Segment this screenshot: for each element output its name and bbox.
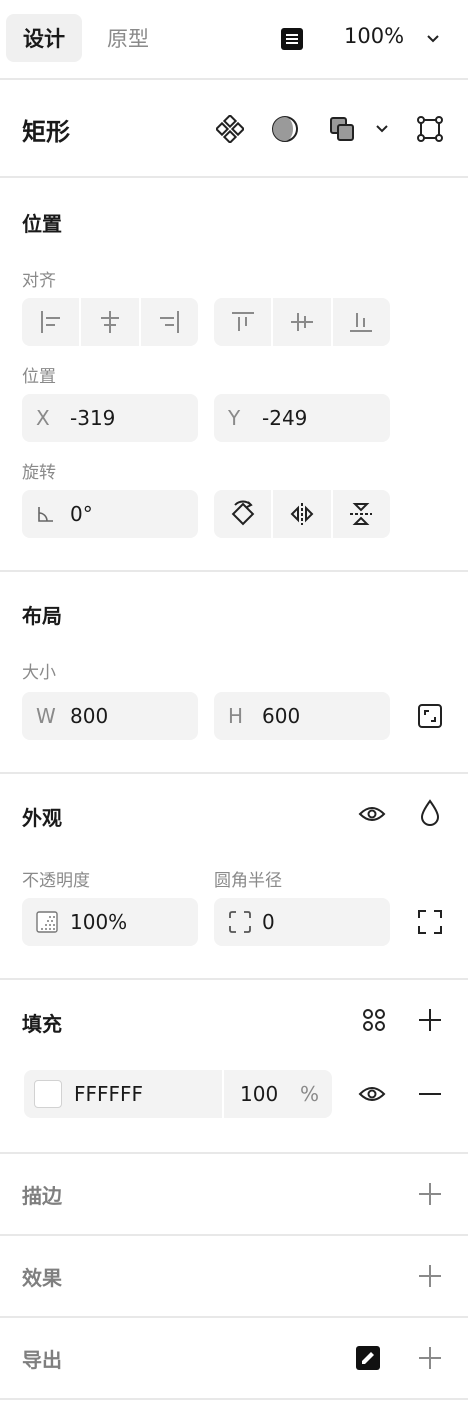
rotation-value[interactable]: 0° (70, 502, 93, 526)
align-bottom-icon[interactable] (330, 298, 390, 346)
opacity-label: 不透明度 (22, 871, 90, 891)
corner-radius-label: 圆角半径 (214, 871, 282, 891)
position-section: 位置 对齐 位置 X -319 Y -249 旋转 0° (0, 178, 468, 570)
tab-prototype[interactable]: 原型 (90, 14, 166, 62)
layers-menu-icon[interactable] (280, 27, 304, 51)
fill-row-separator (222, 1070, 224, 1118)
boolean-union-icon[interactable] (327, 114, 357, 144)
flip-vertical-icon[interactable] (330, 490, 390, 538)
boolean-dropdown-chevron-icon[interactable] (374, 122, 390, 136)
element-title: 矩形 (22, 118, 70, 146)
appearance-section: 外观 不透明度 圆角半径 100% 0 (0, 774, 468, 978)
align-center-horizontal-icon[interactable] (79, 298, 138, 346)
y-value[interactable]: -249 (262, 406, 307, 430)
styles-grid-icon[interactable] (360, 1006, 388, 1034)
fill-percent-sign: % (300, 1082, 320, 1106)
opacity-field[interactable]: 100% (22, 898, 198, 946)
section-title-appearance: 外观 (22, 806, 62, 830)
add-fill-plus-icon[interactable] (416, 1006, 444, 1034)
element-header: 矩形 (0, 80, 468, 176)
align-label: 对齐 (22, 271, 56, 291)
tab-design[interactable]: 设计 (6, 14, 82, 62)
align-top-icon[interactable] (214, 298, 271, 346)
layout-section: 布局 大小 W 800 H 600 (0, 572, 468, 772)
fill-opacity-value[interactable]: 100 (240, 1082, 278, 1106)
export-section: 导出 (0, 1318, 468, 1398)
opacity-value[interactable]: 100% (70, 910, 127, 934)
top-bar: 设计 原型 100% (0, 0, 468, 78)
remove-fill-minus-icon[interactable] (416, 1080, 444, 1108)
fill-section: 填充 FFFFFF 100 % (0, 980, 468, 1152)
align-right-icon[interactable] (138, 298, 198, 346)
y-position-field[interactable]: Y -249 (214, 394, 390, 442)
fill-row: FFFFFF 100 % (24, 1070, 332, 1118)
section-title-fill: 填充 (22, 1012, 62, 1036)
component-icon[interactable] (215, 114, 245, 144)
height-field[interactable]: H 600 (214, 692, 390, 740)
x-position-field[interactable]: X -319 (22, 394, 198, 442)
corner-radius-field[interactable]: 0 (214, 898, 390, 946)
fill-color-swatch[interactable] (34, 1080, 62, 1108)
size-label: 大小 (22, 663, 56, 683)
width-field[interactable]: W 800 (22, 692, 198, 740)
width-value[interactable]: 800 (70, 704, 108, 728)
independent-corners-icon[interactable] (416, 908, 444, 936)
edit-vector-icon[interactable] (415, 114, 445, 144)
corner-radius-value[interactable]: 0 (262, 910, 275, 934)
fill-hex-value[interactable]: FFFFFF (74, 1082, 143, 1106)
divider (0, 1398, 468, 1400)
mask-icon[interactable] (270, 114, 300, 144)
section-title-export: 导出 (22, 1348, 62, 1372)
align-left-icon[interactable] (22, 298, 79, 346)
section-title-stroke: 描边 (22, 1184, 62, 1208)
rotate-90-icon[interactable] (214, 490, 271, 538)
blend-mode-drop-icon[interactable] (416, 798, 444, 828)
fill-visibility-eye-icon[interactable] (357, 1080, 387, 1108)
w-prefix: W (36, 704, 56, 728)
eye-icon[interactable] (357, 800, 387, 828)
constrain-proportions-icon[interactable] (416, 702, 444, 730)
transform-group (214, 490, 390, 538)
position-label: 位置 (22, 367, 56, 387)
section-title-layout: 布局 (22, 604, 62, 628)
section-title-position: 位置 (22, 212, 62, 236)
angle-icon (36, 504, 70, 524)
section-title-effects: 效果 (22, 1266, 62, 1290)
rotation-label: 旋转 (22, 463, 56, 483)
add-effect-plus-icon[interactable] (416, 1262, 444, 1290)
zoom-level[interactable]: 100% (344, 24, 404, 48)
horizontal-align-group (22, 298, 198, 346)
x-value[interactable]: -319 (70, 406, 115, 430)
stroke-section: 描边 (0, 1154, 468, 1234)
y-prefix: Y (228, 406, 241, 430)
align-center-vertical-icon[interactable] (271, 298, 330, 346)
height-value[interactable]: 600 (262, 704, 300, 728)
add-export-plus-icon[interactable] (416, 1344, 444, 1372)
x-prefix: X (36, 406, 50, 430)
effects-section: 效果 (0, 1236, 468, 1316)
vertical-align-group (214, 298, 390, 346)
opacity-icon (36, 911, 70, 933)
add-stroke-plus-icon[interactable] (416, 1180, 444, 1208)
zoom-dropdown-chevron-icon[interactable] (424, 30, 442, 48)
corner-radius-icon (228, 910, 262, 934)
h-prefix: H (228, 704, 244, 728)
rotation-field[interactable]: 0° (22, 490, 198, 538)
flip-horizontal-icon[interactable] (271, 490, 330, 538)
export-slice-icon[interactable] (356, 1346, 380, 1370)
